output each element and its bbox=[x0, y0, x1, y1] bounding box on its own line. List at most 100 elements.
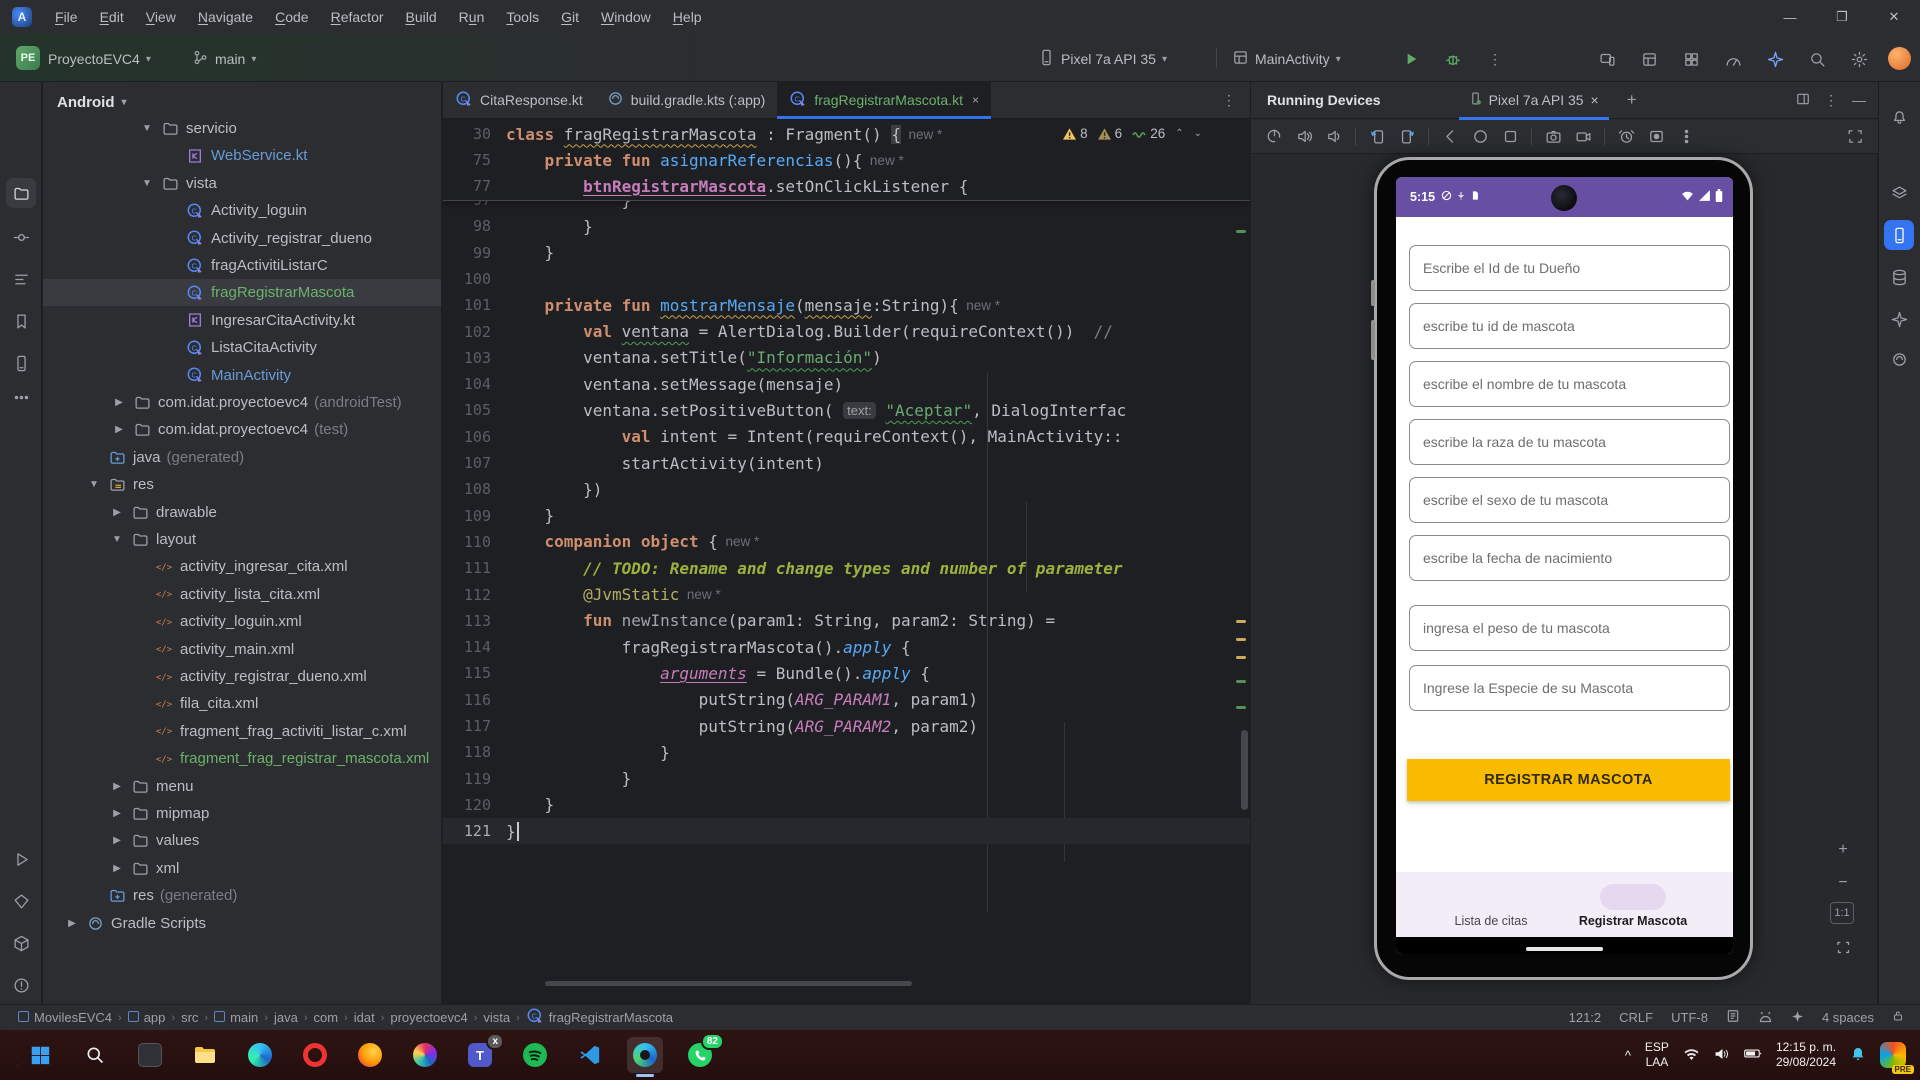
menu-window[interactable]: Window bbox=[590, 5, 662, 29]
add-device-tab-button[interactable]: + bbox=[1627, 90, 1637, 110]
inspections-widget[interactable]: 8 6 26 ⌃ ⌄ bbox=[1053, 126, 1202, 141]
menu-git[interactable]: Git bbox=[550, 5, 590, 29]
code-line-77[interactable]: btnRegistrarMascota .setOnClickListener { bbox=[506, 173, 968, 199]
breadcrumb-movilesevc4[interactable]: MovilesEVC4 bbox=[18, 1010, 112, 1025]
ai-assistant-icon[interactable] bbox=[1762, 46, 1788, 72]
breadcrumb-vista[interactable]: vista bbox=[483, 1010, 510, 1025]
emulator-overview-button[interactable] bbox=[1497, 125, 1523, 149]
taskbar-app-colored-icon[interactable] bbox=[407, 1037, 443, 1073]
profiler-icon[interactable] bbox=[1720, 46, 1746, 72]
tree-item-res[interactable]: res (generated) bbox=[43, 882, 441, 909]
menu-help[interactable]: Help bbox=[662, 5, 713, 29]
device-selector[interactable]: Pixel 7a API 35 ▾ bbox=[1038, 48, 1167, 70]
chevron-right-icon[interactable]: ▶ bbox=[65, 918, 79, 929]
tree-item-activity-ingresar-cita-xml[interactable]: </> activity_ingresar_cita.xml bbox=[43, 553, 441, 580]
tree-item-gradle-scripts[interactable]: ▶ Gradle Scripts bbox=[43, 910, 441, 937]
chevron-right-icon[interactable]: ▶ bbox=[110, 507, 124, 518]
code-line-75[interactable]: private fun asignarReferencias(){ new * bbox=[506, 147, 904, 173]
chevron-down-icon[interactable]: ▼ bbox=[110, 534, 124, 545]
tree-item-values[interactable]: ▶ values bbox=[43, 827, 441, 854]
run-configuration-selector[interactable]: MainActivity ▾ bbox=[1232, 48, 1341, 70]
tree-item-activity-main-xml[interactable]: </> activity_main.xml bbox=[43, 636, 441, 663]
reader-mode-icon[interactable] bbox=[1726, 1009, 1740, 1026]
code-line-120[interactable]: } bbox=[506, 792, 555, 818]
next-problem-button[interactable]: ⌄ bbox=[1194, 128, 1202, 139]
tree-item-fragment-frag-activiti-listar-c-xml[interactable]: </> fragment_frag_activiti_listar_c.xml bbox=[43, 718, 441, 745]
tree-item-menu[interactable]: ▶ menu bbox=[43, 773, 441, 800]
copilot-icon[interactable]: PRE bbox=[1880, 1042, 1914, 1074]
tree-item-listacitaactivity[interactable]: C ListaCitaActivity bbox=[43, 334, 441, 361]
maximize-button[interactable]: ❐ bbox=[1816, 0, 1868, 34]
input-field-3[interactable]: escribe el nombre de tu mascota bbox=[1409, 361, 1730, 407]
code-line-107[interactable]: startActivity(intent) bbox=[506, 450, 824, 476]
zoom-in-button[interactable]: + bbox=[1830, 837, 1856, 863]
code-line-118[interactable]: } bbox=[506, 739, 670, 765]
emulator-power-button[interactable] bbox=[1261, 125, 1287, 149]
editor-horizontal-scrollbar[interactable] bbox=[545, 981, 912, 986]
menu-navigate[interactable]: Navigate bbox=[187, 5, 264, 29]
code-line-99[interactable]: } bbox=[506, 240, 555, 266]
code-line-108[interactable]: }) bbox=[506, 476, 602, 502]
settings-icon[interactable] bbox=[1846, 46, 1872, 72]
clock[interactable]: 12:15 p. m. 29/08/2024 bbox=[1776, 1040, 1836, 1070]
chevron-right-icon[interactable]: ▶ bbox=[112, 397, 126, 408]
menu-view[interactable]: View bbox=[135, 5, 187, 29]
split-panel-icon[interactable] bbox=[1796, 92, 1810, 109]
input-field-7[interactable]: ingresa el peso de tu mascota bbox=[1409, 605, 1730, 651]
chevron-right-icon[interactable]: ▶ bbox=[110, 835, 124, 846]
tab-list-options-icon[interactable]: ⋮ bbox=[1208, 92, 1250, 109]
breadcrumb-src[interactable]: src bbox=[181, 1010, 198, 1025]
menu-tools[interactable]: Tools bbox=[495, 5, 550, 29]
input-field-5[interactable]: escribe el sexo de tu mascota bbox=[1409, 477, 1730, 523]
tree-item-vista[interactable]: ▼ vista bbox=[43, 170, 441, 197]
mirror-device-icon[interactable] bbox=[1594, 46, 1620, 72]
file-encoding[interactable]: UTF-8 bbox=[1671, 1010, 1708, 1025]
breadcrumb-fragregistrarmascota[interactable]: CfragRegistrarMascota bbox=[526, 1007, 673, 1028]
emulator-snapshot-button[interactable] bbox=[1613, 125, 1639, 149]
tree-item-layout[interactable]: ▼ layout bbox=[43, 526, 441, 553]
menu-refactor[interactable]: Refactor bbox=[320, 5, 395, 29]
tool-stripe-problems[interactable] bbox=[6, 970, 36, 1000]
avatar[interactable] bbox=[1888, 47, 1911, 70]
tree-item-xml[interactable]: ▶ xml bbox=[43, 855, 441, 882]
tree-item-fragregistrarmascota[interactable]: CfragRegistrarMascota bbox=[43, 279, 441, 307]
branch-selector[interactable]: main ▾ bbox=[192, 48, 256, 70]
code-line-115[interactable]: arguments = Bundle(). apply { bbox=[506, 660, 930, 686]
tree-item-activity-registrar-dueno-xml[interactable]: </> activity_registrar_dueno.xml bbox=[43, 663, 441, 690]
code-line-101[interactable]: private fun mostrarMensaje(mensaje:Strin… bbox=[506, 292, 1001, 318]
tree-item-fragactivitilistarc[interactable]: CfragActivitiListarC bbox=[43, 252, 441, 279]
tool-stripe-running-devices[interactable] bbox=[1884, 220, 1914, 250]
breadcrumb-proyectoevc4[interactable]: proyectoevc4 bbox=[390, 1010, 467, 1025]
chevron-right-icon[interactable]: ▶ bbox=[110, 781, 124, 792]
more-run-options-button[interactable]: ⋮ bbox=[1482, 46, 1508, 72]
taskbar-search-icon[interactable] bbox=[77, 1037, 113, 1073]
tool-stripe-layers[interactable] bbox=[1884, 178, 1914, 208]
taskbar-opera-icon[interactable] bbox=[297, 1037, 333, 1073]
nav-item-registrar-mascota[interactable]: Registrar Mascota bbox=[1563, 914, 1703, 928]
tree-item-activity-registrar-dueno[interactable]: C Activity_registrar_dueno bbox=[43, 225, 441, 252]
emulator-home-button[interactable] bbox=[1467, 125, 1493, 149]
tree-item-com-idat-proyectoevc4[interactable]: ▶ com.idat.proyectoevc4 (test) bbox=[43, 416, 441, 443]
emulator-back-button[interactable] bbox=[1437, 125, 1463, 149]
code-line-112[interactable]: @JvmStatic new * bbox=[506, 582, 721, 608]
editor-tab-build-gradle-kts-app-[interactable]: build.gradle.kts (:app) bbox=[595, 82, 778, 118]
tool-stripe-assistant[interactable] bbox=[1884, 304, 1914, 334]
emulator-vol-up-button[interactable] bbox=[1291, 125, 1317, 149]
taskbar-edge-icon[interactable] bbox=[242, 1037, 278, 1073]
input-field-2[interactable]: escribe tu id de mascota bbox=[1409, 303, 1730, 349]
grid-icon[interactable] bbox=[1678, 46, 1704, 72]
chevron-down-icon[interactable]: ▼ bbox=[140, 178, 154, 189]
tool-stripe-database[interactable] bbox=[1884, 262, 1914, 292]
caret-position[interactable]: 121:2 bbox=[1569, 1010, 1602, 1025]
project-view-selector[interactable]: Android ▾ bbox=[57, 90, 127, 114]
debug-button[interactable] bbox=[1440, 46, 1466, 72]
close-device-tab-icon[interactable]: × bbox=[1591, 92, 1599, 108]
editor-tab-citaresponse-kt[interactable]: C CitaResponse.kt bbox=[443, 82, 595, 118]
emulator-screenrec-button[interactable] bbox=[1643, 125, 1669, 149]
breadcrumb[interactable]: MovilesEVC4 › app › src › main › java › com › idat › p… bbox=[18, 1007, 673, 1028]
code-line-119[interactable]: } bbox=[506, 766, 632, 792]
emulator-rotate-right-button[interactable] bbox=[1394, 125, 1420, 149]
code-line-113[interactable]: fun newInstance (param1: String, param2: … bbox=[506, 608, 1055, 634]
menu-build[interactable]: Build bbox=[395, 5, 448, 29]
tree-item-fragment-frag-registrar-mascota-xml[interactable]: </> fragment_frag_registrar_mascota.xml bbox=[43, 745, 441, 772]
